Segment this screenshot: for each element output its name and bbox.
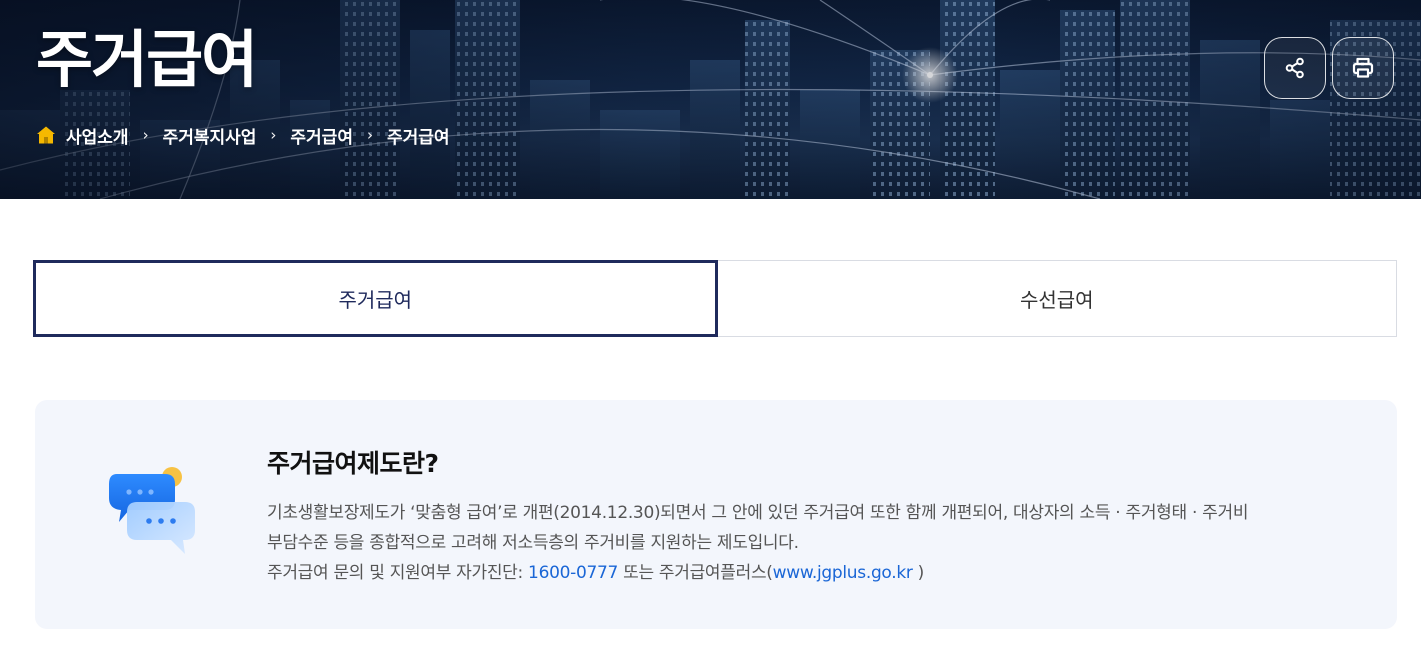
breadcrumb-item-housing-benefit[interactable]: 주거급여 (290, 123, 353, 148)
share-button[interactable] (1264, 37, 1326, 99)
inquiry-suffix-text: ) (912, 563, 925, 583)
breadcrumb: 사업소개 › 주거복지사업 › 주거급여 › 주거급여 (36, 122, 450, 148)
inquiry-label: 주거급여 문의 및 지원여부 자가진단: (267, 563, 529, 583)
tab-housing-benefit[interactable]: 주거급여 (33, 260, 718, 337)
chat-bubbles-icon (109, 467, 195, 554)
inquiry-middle-text: 또는 주거급여플러스( (618, 563, 773, 583)
info-description: 기초생활보장제도가 ‘맞춤형 급여’로 개편(2014.12.30)되면서 그 … (267, 498, 1367, 588)
chevron-right-icon: › (366, 126, 373, 144)
tab-repair-benefit[interactable]: 수선급여 (717, 260, 1397, 337)
breadcrumb-item-business-intro[interactable]: 사업소개 (66, 123, 129, 148)
info-box: 주거급여제도란? 기초생활보장제도가 ‘맞춤형 급여’로 개편(2014.12.… (35, 400, 1397, 629)
print-button[interactable] (1332, 37, 1394, 99)
page-title: 주거급여 (36, 23, 258, 96)
breadcrumb-item-current[interactable]: 주거급여 (387, 123, 450, 148)
breadcrumb-item-housing-welfare[interactable]: 주거복지사업 (163, 123, 257, 148)
home-icon[interactable] (36, 125, 56, 145)
info-line-2: 부담수준 등을 종합적으로 고려해 저소득층의 주거비를 지원하는 제도입니다. (267, 533, 799, 553)
jgplus-website-link[interactable]: www.jgplus.go.kr (773, 563, 913, 583)
phone-link[interactable]: 1600-0777 (528, 563, 618, 583)
chevron-right-icon: › (142, 126, 149, 144)
info-line-3: 주거급여 문의 및 지원여부 자가진단: 1600-0777 또는 주거급여플러… (267, 558, 1367, 588)
tab-list: 주거급여 수선급여 (33, 260, 1397, 337)
info-heading: 주거급여제도란? (267, 449, 439, 478)
info-line-1: 기초생활보장제도가 ‘맞춤형 급여’로 개편(2014.12.30)되면서 그 … (267, 503, 1249, 523)
hero-banner: 주거급여 사업소개 › 주거복지사업 › 주거급여 › 주거급여 (0, 0, 1421, 199)
chevron-right-icon: › (270, 126, 277, 144)
share-icon (1285, 57, 1304, 79)
printer-icon (1352, 57, 1374, 78)
